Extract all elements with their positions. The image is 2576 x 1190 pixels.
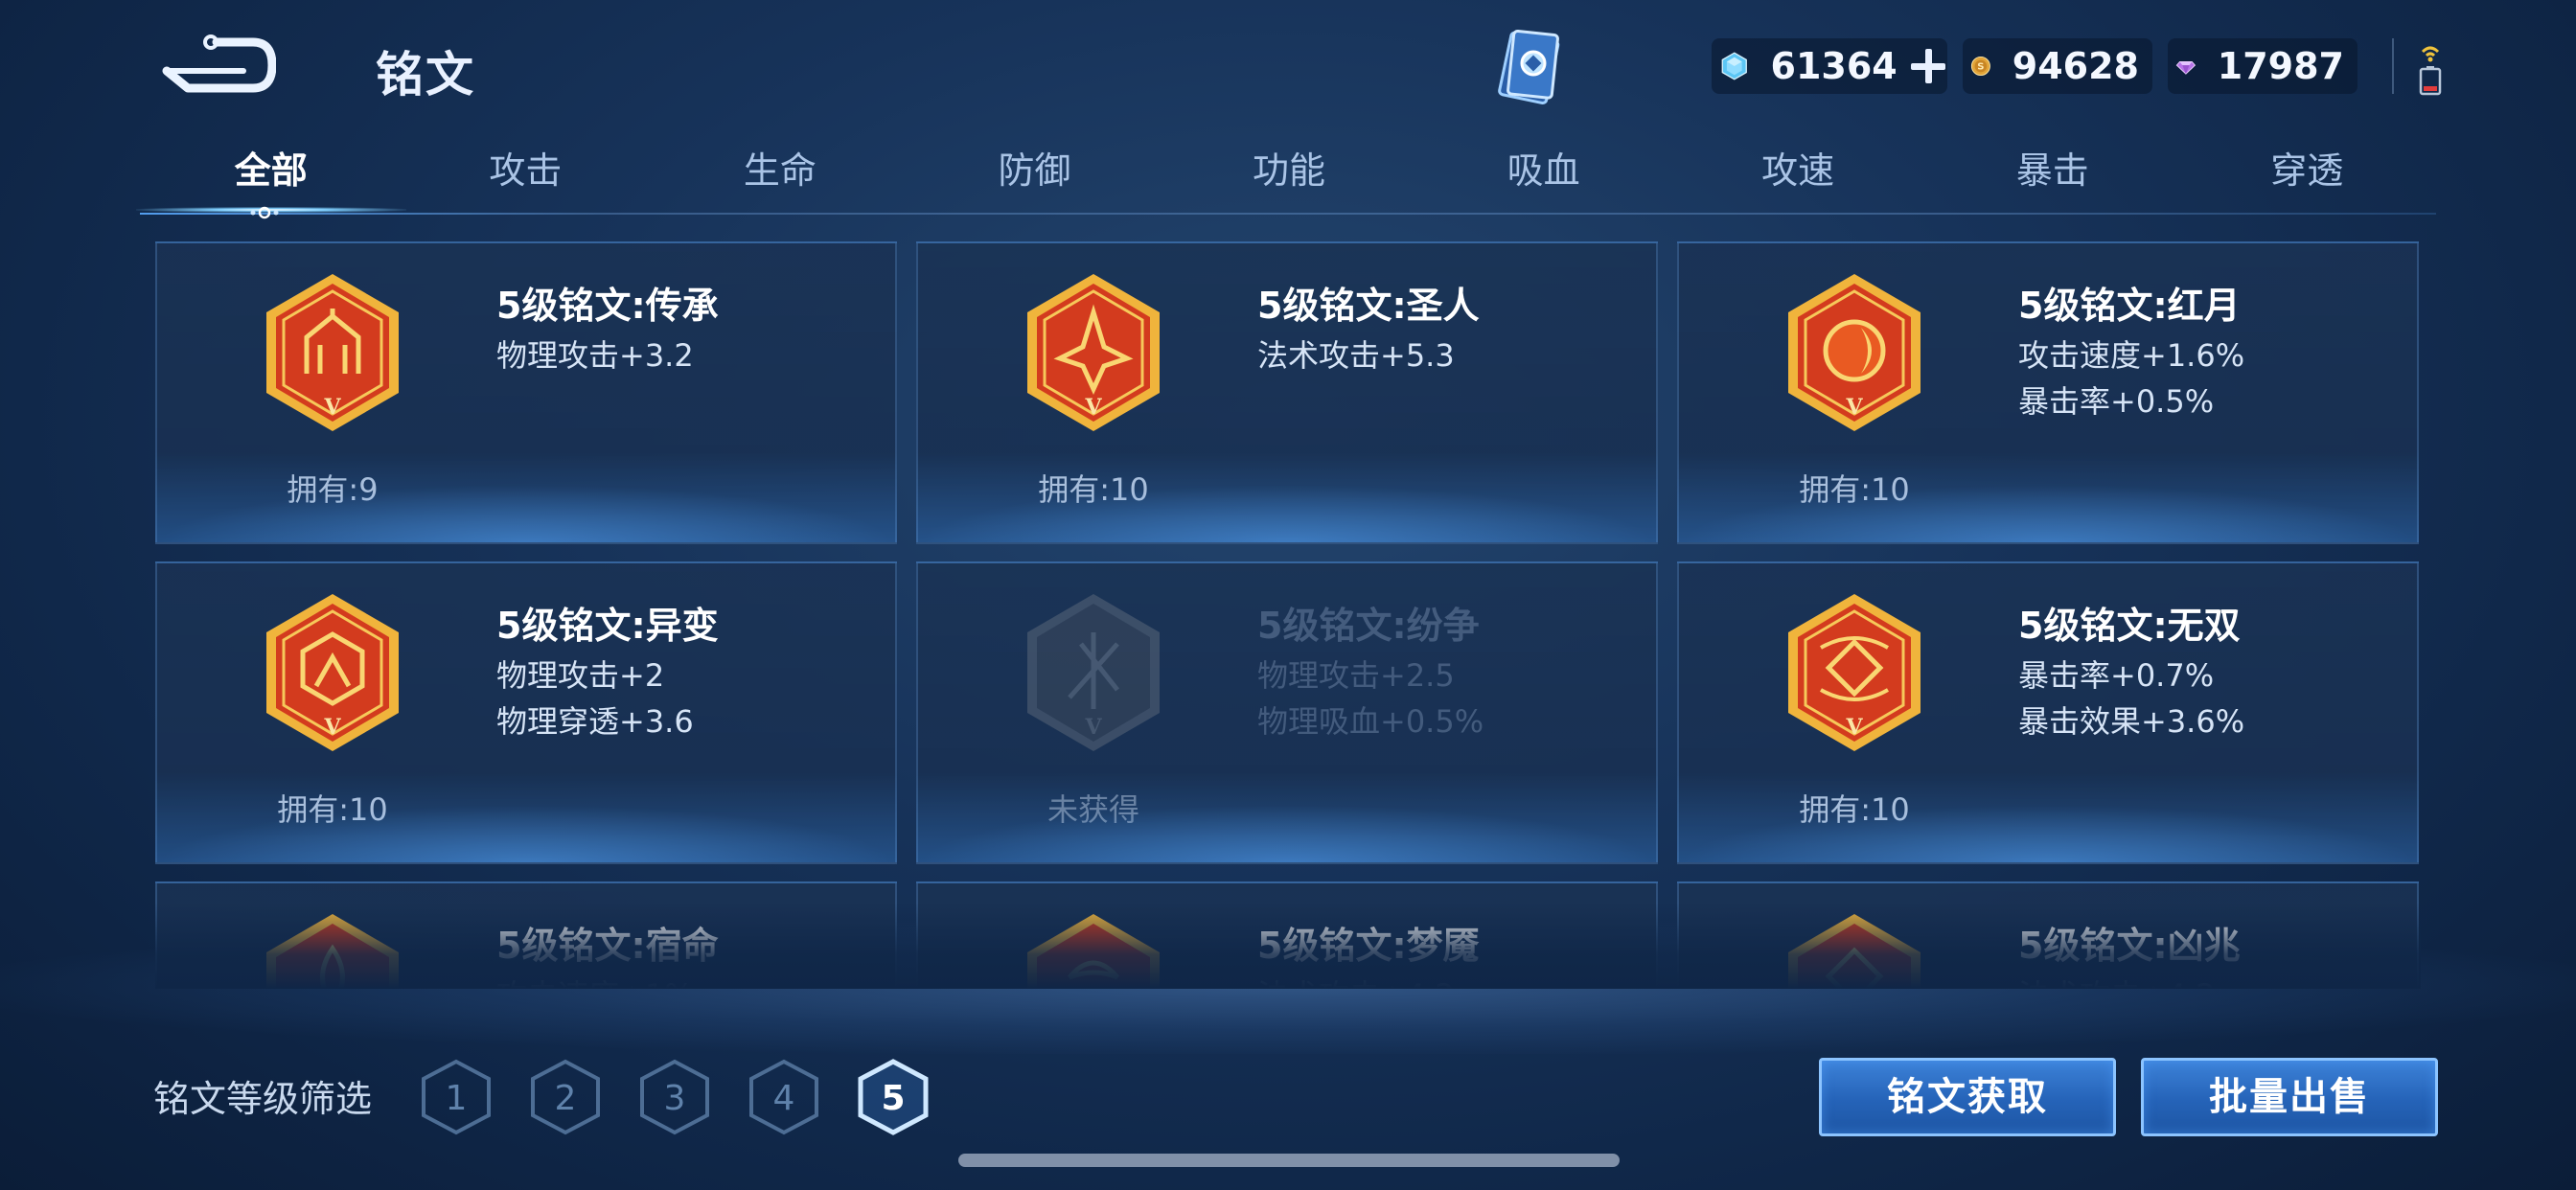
svg-text:V: V	[1845, 395, 1863, 420]
header-divider	[2392, 38, 2394, 94]
rune-owned-count: 拥有:10	[1038, 471, 1149, 508]
svg-text:V: V	[1084, 395, 1102, 420]
rune-attribute: 物理攻击+3.2	[496, 337, 694, 374]
rune-owned-count: 拥有:9	[287, 471, 379, 508]
rune-name: 5级铭文:纷争	[1257, 605, 1480, 647]
tab-lifesteal[interactable]: 吸血	[1416, 144, 1671, 217]
level-number: 2	[555, 1079, 577, 1118]
page-title: 铭文	[376, 47, 475, 103]
rune-card-yibian[interactable]: V 5级铭文:异变 物理攻击+2 物理穿透+3.6 拥有:10	[155, 561, 897, 864]
purple-gem-icon	[2175, 61, 2196, 75]
rune-emblem-icon: V	[1788, 274, 1920, 431]
rune-name: 5级铭文:异变	[496, 605, 719, 647]
tab-attack-speed[interactable]: 攻速	[1670, 144, 1925, 217]
rune-emblem-icon: V	[1027, 274, 1160, 431]
rune-name: 5级铭文:宿命	[496, 925, 719, 967]
svg-text:S: S	[1977, 62, 1984, 73]
rune-name: 5级铭文:圣人	[1257, 285, 1480, 327]
rune-attribute: 攻击速度+1%	[496, 972, 694, 989]
rune-owned-count: 拥有:10	[1799, 791, 1910, 828]
rune-card-hongyue[interactable]: V 5级铭文:红月 攻击速度+1.6% 暴击率+0.5% 拥有:10	[1677, 241, 2419, 544]
level-number: 4	[773, 1079, 795, 1118]
rune-emblem-icon	[1027, 914, 1160, 989]
rune-attribute: 物理攻击+2	[496, 657, 665, 694]
rune-emblem-locked-icon: V	[1027, 594, 1160, 751]
rune-name: 5级铭文:无双	[2018, 605, 2241, 647]
rune-card-fenzheng[interactable]: V 5级铭文:纷争 物理攻击+2.5 物理吸血+0.5% 未获得	[916, 561, 1658, 864]
wifi-battery-icon	[2419, 46, 2442, 96]
rune-card-chuancheng[interactable]: V 5级铭文:传承 物理攻击+3.2 拥有:9	[155, 241, 897, 544]
rune-name: 5级铭文:凶兆	[2018, 925, 2241, 967]
get-runes-button[interactable]: 铭文获取	[1819, 1058, 2116, 1136]
tab-utility[interactable]: 功能	[1162, 144, 1416, 217]
level-number: 3	[664, 1079, 686, 1118]
level-filter-1[interactable]: 1	[420, 1058, 493, 1136]
level-filter-label: 铭文等级筛选	[153, 1078, 373, 1120]
rune-not-obtained: 未获得	[1046, 791, 1139, 828]
rune-card-shengren[interactable]: V 5级铭文:圣人 法术攻击+5.3 拥有:10	[916, 241, 1658, 544]
svg-text:V: V	[1084, 715, 1102, 740]
svg-text:V: V	[323, 395, 341, 420]
rune-card-xiongzhao[interactable]: 5级铭文:凶兆 法术攻击+4.2	[1677, 881, 2419, 989]
rune-emblem-icon: V	[266, 594, 399, 751]
diamond-currency: 61364	[1712, 38, 1947, 94]
gold-coin-icon: S	[1970, 57, 1990, 76]
rune-attribute: 暴击率+0.7%	[2018, 657, 2215, 694]
rune-emblem-icon	[1788, 914, 1920, 989]
rune-name: 5级铭文:红月	[2018, 285, 2241, 327]
tab-defense[interactable]: 防御	[908, 144, 1162, 217]
svg-text:V: V	[1845, 715, 1863, 740]
rune-card-wushuang[interactable]: V 5级铭文:无双 暴击率+0.7% 暴击效果+3.6% 拥有:10	[1677, 561, 2419, 864]
rune-attribute: 暴击率+0.5%	[2018, 383, 2215, 420]
rune-attribute: 物理攻击+2.5	[1257, 657, 1455, 694]
rune-emblem-icon: V	[266, 274, 399, 431]
level-filter-5-selected[interactable]: 5	[857, 1058, 930, 1136]
tab-critical[interactable]: 暴击	[1925, 144, 2180, 217]
level-filter-2[interactable]: 2	[529, 1058, 602, 1136]
rune-owned-count: 拥有:10	[1799, 471, 1910, 508]
diamond-count: 61364	[1770, 45, 1898, 87]
rune-attribute: 攻击速度+1.6%	[2018, 337, 2245, 374]
rune-emblem-icon: V	[1788, 594, 1920, 751]
gold-count: 94628	[2012, 45, 2139, 87]
level-number: 5	[881, 1079, 905, 1118]
rune-owned-count: 拥有:10	[277, 791, 388, 828]
gold-currency: S 94628	[1963, 38, 2152, 94]
level-number: 1	[446, 1079, 468, 1118]
rune-name: 5级铭文:传承	[496, 285, 719, 327]
category-tabs: 全部 攻击 生命 防御 功能 吸血 攻速 暴击 穿透	[136, 144, 2435, 217]
home-indicator[interactable]	[958, 1154, 1620, 1167]
gem-count: 17987	[2217, 45, 2344, 87]
rune-card-mengyan[interactable]: 5级铭文:梦魇 法术攻击+4.2	[916, 881, 1658, 989]
gem-currency: 17987	[2168, 38, 2358, 94]
rune-attribute: 法术攻击+4.2	[2018, 972, 2216, 989]
svg-text:V: V	[323, 715, 341, 740]
rune-grid: V 5级铭文:传承 物理攻击+3.2 拥有:9 V 5级铭文:圣人 法术攻击+5…	[155, 241, 2421, 989]
back-arrow-icon[interactable]	[161, 29, 276, 96]
tab-attack[interactable]: 攻击	[399, 144, 654, 217]
level-filter-3[interactable]: 3	[638, 1058, 711, 1136]
rune-emblem-icon	[266, 914, 399, 989]
add-diamond-button[interactable]	[1909, 47, 1946, 85]
tab-health[interactable]: 生命	[653, 144, 908, 217]
bulk-sell-button[interactable]: 批量出售	[2141, 1058, 2438, 1136]
level-filter-4[interactable]: 4	[748, 1058, 820, 1136]
active-tab-indicator-icon	[250, 206, 279, 219]
rune-attribute: 物理吸血+0.5%	[1257, 703, 1484, 740]
tab-penetration[interactable]: 穿透	[2180, 144, 2435, 217]
rune-attribute: 法术攻击+5.3	[1257, 337, 1455, 374]
rune-book-icon[interactable]	[1491, 27, 1572, 111]
rune-attribute: 法术攻击+4.2	[1257, 972, 1455, 989]
rune-name: 5级铭文:梦魇	[1257, 925, 1480, 967]
rune-attribute: 物理穿透+3.6	[496, 703, 694, 740]
tabs-underline	[140, 213, 2436, 215]
rune-card-suming[interactable]: 5级铭文:宿命 攻击速度+1%	[155, 881, 897, 989]
rune-attribute: 暴击效果+3.6%	[2018, 703, 2245, 740]
diamond-crystal-icon	[1721, 52, 1747, 80]
